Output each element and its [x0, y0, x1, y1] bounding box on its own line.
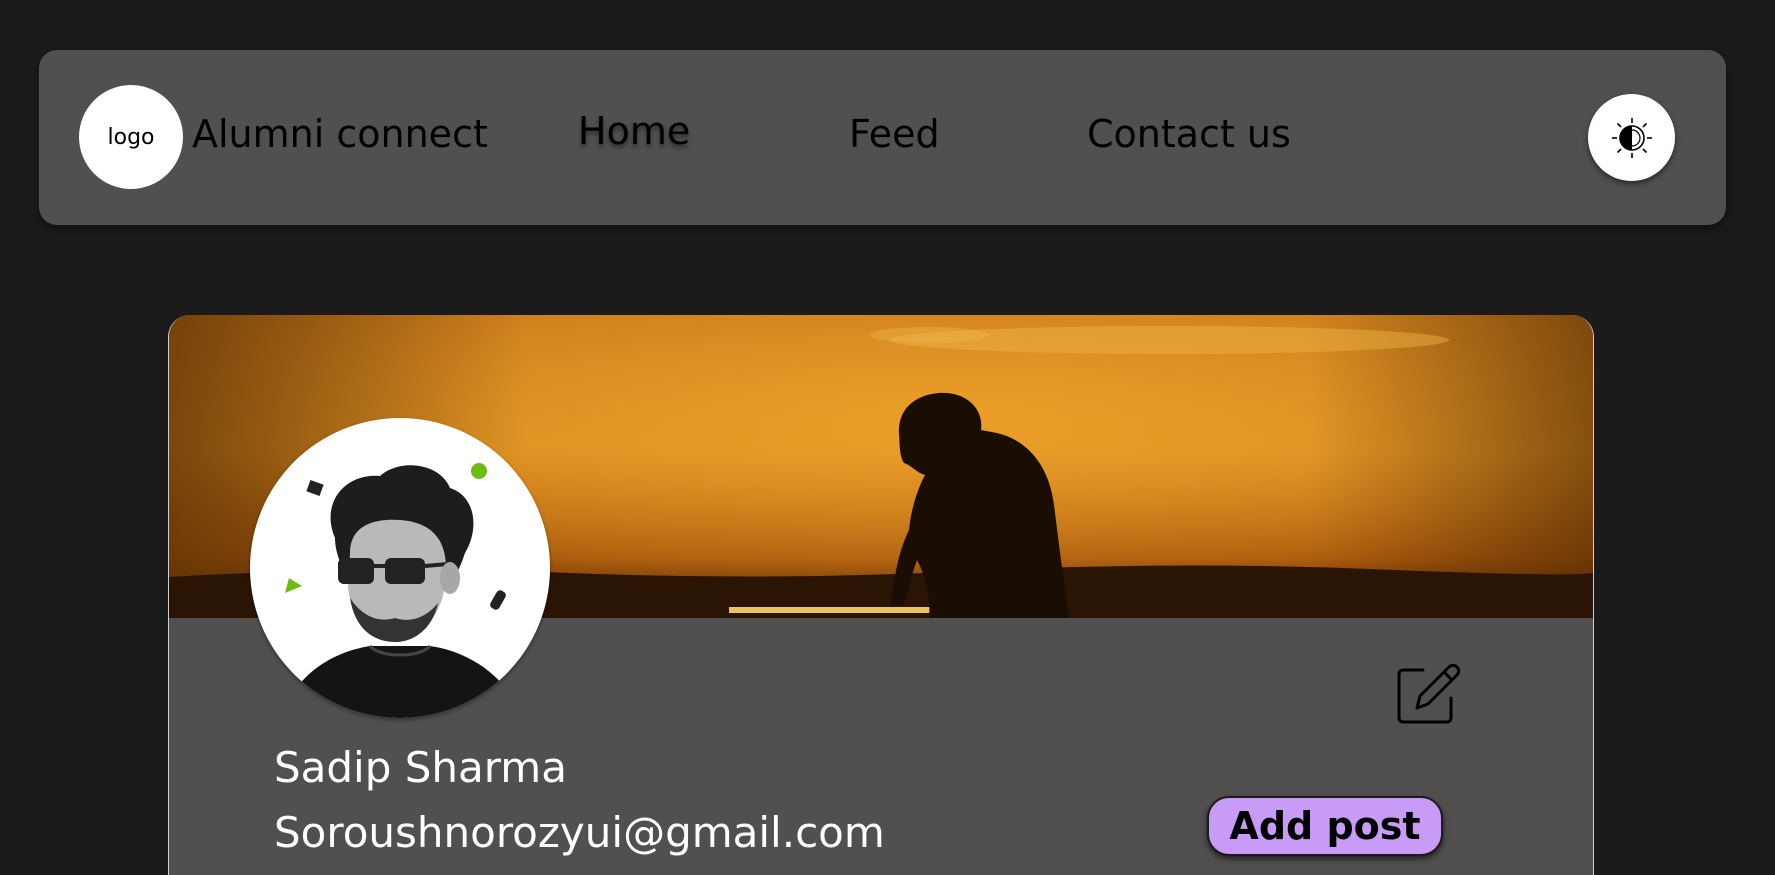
top-navbar: logo Alumni connect Home Feed Contact us [39, 50, 1726, 225]
edit-profile-button[interactable] [1393, 658, 1463, 728]
profile-name: Sadip Sharma [274, 743, 567, 792]
contrast-icon [1611, 117, 1652, 158]
brand-title: Alumni connect [192, 112, 488, 156]
nav-contact-link[interactable]: Contact us [1087, 112, 1291, 156]
add-post-button[interactable]: Add post [1207, 796, 1443, 856]
nav-feed-link[interactable]: Feed [849, 112, 940, 156]
edit-icon [1397, 663, 1461, 724]
logo[interactable]: logo [79, 85, 183, 189]
avatar [250, 418, 550, 718]
nav-home-link[interactable]: Home [578, 109, 690, 153]
profile-email: Soroushnorozyui@gmail.com [274, 808, 885, 857]
logo-text: logo [107, 124, 155, 150]
theme-toggle-button[interactable] [1588, 94, 1675, 181]
